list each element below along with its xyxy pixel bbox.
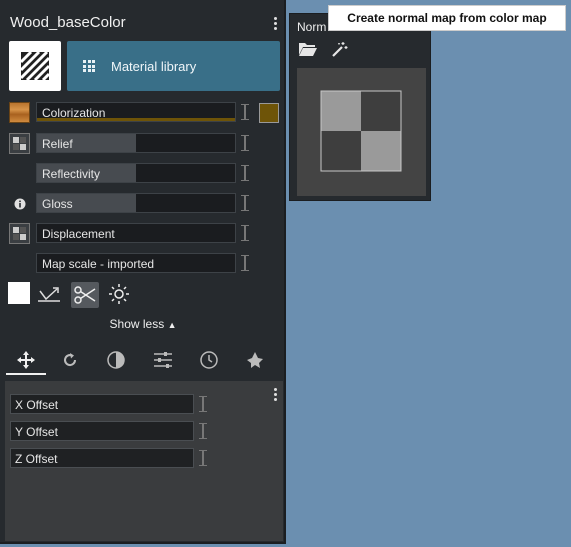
- white-color-icon[interactable]: [8, 282, 30, 304]
- x-offset-row: X Offset: [10, 394, 210, 414]
- move-icon: [17, 351, 35, 369]
- scissors-icon[interactable]: [71, 282, 99, 308]
- material-library-label: Material library: [111, 58, 197, 74]
- displacement-field[interactable]: Displacement: [36, 223, 236, 243]
- text-cursor-icon[interactable]: [241, 104, 249, 120]
- channel-label: Gloss: [42, 197, 73, 211]
- normal-panel-title: Norm: [297, 20, 327, 34]
- text-cursor-icon[interactable]: [199, 450, 207, 466]
- grid-icon: [83, 60, 95, 72]
- tab-adjustments[interactable]: [145, 346, 181, 374]
- clock-icon: [200, 351, 218, 369]
- channel-row-colorization: Colorization: [0, 102, 286, 124]
- channel-row-relief: Relief: [0, 133, 286, 155]
- channel-row-gloss: Gloss: [0, 193, 286, 215]
- contrast-icon: [107, 351, 125, 369]
- channel-label: Displacement: [42, 227, 115, 241]
- normal-map-preview[interactable]: [297, 68, 426, 196]
- offset-label: Z Offset: [15, 452, 58, 466]
- text-cursor-icon[interactable]: [241, 135, 249, 151]
- panel-title: Wood_baseColor: [10, 14, 126, 31]
- tab-bar: [0, 346, 286, 376]
- info-icon[interactable]: [9, 193, 30, 214]
- tooltip: Create normal map from color map: [328, 5, 566, 31]
- text-cursor-icon[interactable]: [241, 165, 249, 181]
- y-offset-row: Y Offset: [10, 421, 210, 441]
- material-thumbnail[interactable]: [9, 41, 61, 91]
- text-cursor-icon[interactable]: [241, 255, 249, 271]
- checker-map-icon[interactable]: [9, 133, 30, 154]
- text-cursor-icon[interactable]: [199, 423, 207, 439]
- tab-history[interactable]: [191, 346, 227, 374]
- leaf-icon: [247, 352, 263, 368]
- channel-label: Relief: [42, 137, 73, 151]
- tools-row: [0, 282, 286, 308]
- text-cursor-icon[interactable]: [199, 396, 207, 412]
- relief-slider[interactable]: Relief: [36, 133, 236, 153]
- rotate-icon: [64, 353, 77, 367]
- offset-section: X Offset Y Offset Z Offset: [5, 381, 283, 541]
- offset-label: Y Offset: [15, 425, 58, 439]
- section-options-icon[interactable]: [274, 388, 278, 403]
- reflectivity-slider[interactable]: Reflectivity: [36, 163, 236, 183]
- gloss-slider[interactable]: Gloss: [36, 193, 236, 213]
- brightness-icon[interactable]: [107, 282, 131, 306]
- sliders-icon: [154, 352, 172, 368]
- normal-map-panel: Norm: [289, 13, 431, 201]
- checker-preview-image: [320, 90, 402, 172]
- active-tab-indicator: [6, 373, 46, 375]
- x-offset-field[interactable]: X Offset: [10, 394, 194, 414]
- channel-row-reflectivity: Reflectivity: [0, 163, 286, 185]
- color-swatch[interactable]: [259, 103, 279, 123]
- channel-label: Map scale - imported: [42, 257, 155, 271]
- projection-icon[interactable]: [37, 282, 61, 306]
- text-cursor-icon[interactable]: [241, 225, 249, 241]
- map-scale-field[interactable]: Map scale - imported: [36, 253, 236, 273]
- show-less-toggle[interactable]: Show less ▲: [0, 317, 286, 331]
- text-cursor-icon[interactable]: [241, 195, 249, 211]
- colorization-field[interactable]: Colorization: [36, 102, 236, 122]
- material-library-button[interactable]: Material library: [67, 41, 280, 91]
- channel-row-displacement: Displacement: [0, 223, 286, 245]
- material-preview-icon: [19, 50, 51, 82]
- z-offset-row: Z Offset: [10, 448, 210, 468]
- channel-label: Colorization: [42, 106, 106, 120]
- material-panel: Wood_baseColor Material library Coloriza…: [0, 0, 286, 544]
- tab-rotate[interactable]: [52, 346, 88, 374]
- offset-label: X Offset: [15, 398, 59, 412]
- channel-row-map-scale: Map scale - imported: [0, 253, 286, 275]
- show-less-label: Show less: [109, 317, 165, 331]
- channel-label: Reflectivity: [42, 167, 101, 181]
- z-offset-field[interactable]: Z Offset: [10, 448, 194, 468]
- tab-move[interactable]: [8, 346, 44, 374]
- wood-texture-icon[interactable]: [9, 102, 30, 123]
- tab-contrast[interactable]: [98, 346, 134, 374]
- y-offset-field[interactable]: Y Offset: [10, 421, 194, 441]
- checker-map-icon[interactable]: [9, 223, 30, 244]
- more-options-icon[interactable]: [274, 17, 278, 32]
- chevron-up-icon: ▲: [167, 320, 177, 330]
- magic-wand-icon[interactable]: [331, 41, 349, 60]
- folder-open-icon[interactable]: [298, 41, 318, 60]
- tab-environment[interactable]: [237, 346, 273, 374]
